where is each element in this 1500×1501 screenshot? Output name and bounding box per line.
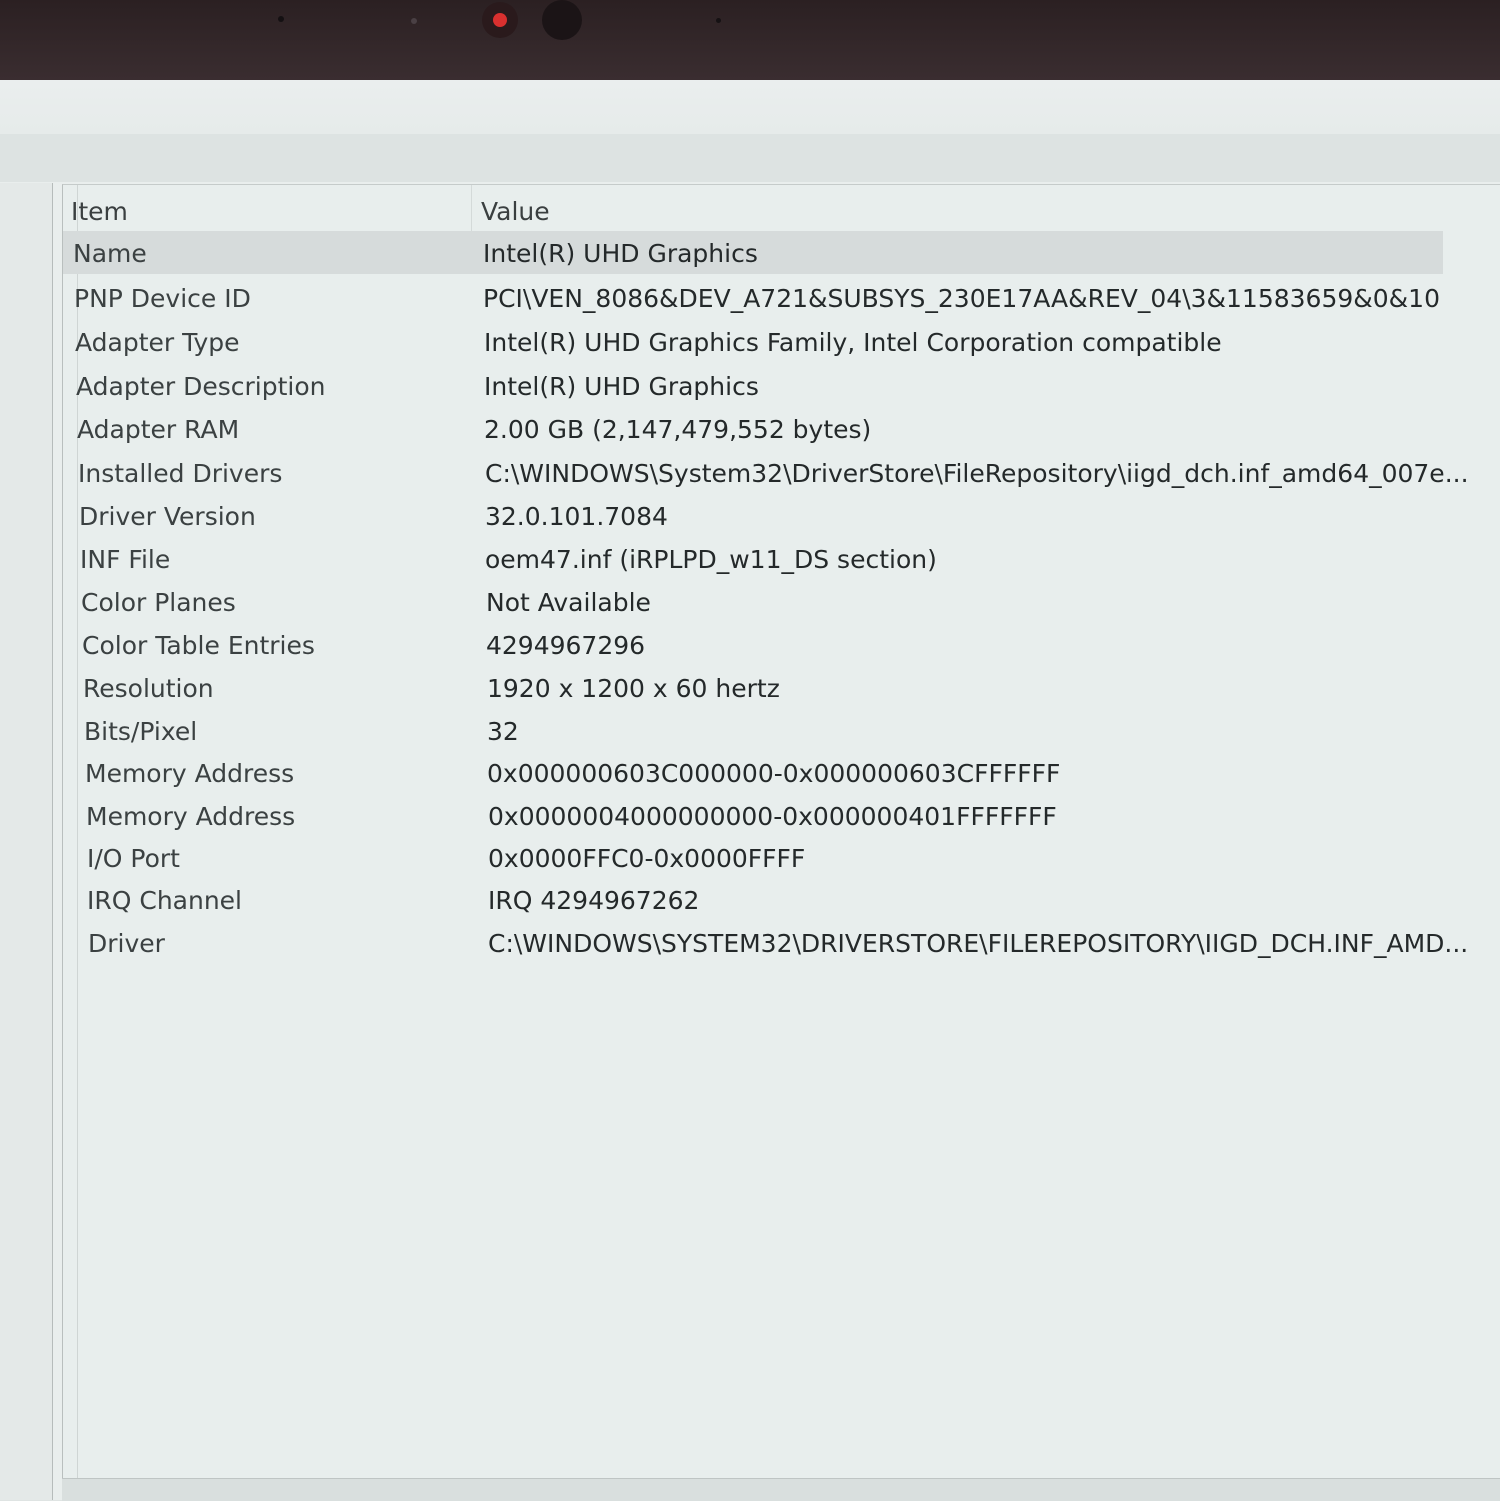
row-item-label: Resolution xyxy=(83,674,214,703)
row-item-label: Driver xyxy=(88,929,165,958)
column-header-item[interactable]: Item xyxy=(71,197,128,226)
row-value: 4294967296 xyxy=(486,631,646,660)
row-item-label: IRQ Channel xyxy=(87,886,243,915)
sensor-icon xyxy=(716,18,721,23)
table-row[interactable]: Memory Address 0x000000603C000000-0x00000… xyxy=(63,751,1443,794)
row-value: 0x0000004000000000-0x000000401FFFFFFF xyxy=(488,802,1057,831)
sensor-icon xyxy=(278,16,284,22)
row-value: Intel(R) UHD Graphics xyxy=(483,239,758,268)
row-value: 32.0.101.7084 xyxy=(485,502,668,531)
row-value: C:\WINDOWS\SYSTEM32\DRIVERSTORE\FILEREPO… xyxy=(488,929,1469,958)
window-top-area xyxy=(0,80,1500,134)
row-item-label: PNP Device ID xyxy=(74,284,251,313)
camera-lens-icon xyxy=(542,0,582,40)
row-item-label: Driver Version xyxy=(79,502,256,531)
row-item-label: Adapter Description xyxy=(76,372,326,401)
row-value: oem47.inf (iRPLPD_w11_DS section) xyxy=(485,545,937,574)
table-row[interactable]: Driver C:\WINDOWS\SYSTEM32\DRIVERSTORE\FI… xyxy=(63,921,1468,964)
row-item-label: Name xyxy=(73,239,147,268)
row-item-label: Color Table Entries xyxy=(82,631,315,660)
column-separator[interactable] xyxy=(471,185,472,231)
table-row[interactable]: PNP Device ID PCI\VEN_8086&DEV_A721&SUBSY… xyxy=(63,276,1443,319)
table-row[interactable]: Resolution 1920 x 1200 x 60 hertz xyxy=(63,666,1443,709)
screen: Item Value Name Intel(R) UHD Graphics PNP … xyxy=(0,80,1500,1501)
row-value: PCI\VEN_8086&DEV_A721&SUBSYS_230E17AA&RE… xyxy=(483,284,1440,313)
row-value: C:\WINDOWS\System32\DriverStore\FileRepo… xyxy=(485,459,1469,488)
row-value: 2.00 GB (2,147,479,552 bytes) xyxy=(484,415,872,444)
row-value: Intel(R) UHD Graphics Family, Intel Corp… xyxy=(484,328,1222,357)
row-value: Intel(R) UHD Graphics xyxy=(484,372,759,401)
table-row[interactable]: Adapter Description Intel(R) UHD Graphics xyxy=(63,364,1443,407)
table-row[interactable]: Driver Version 32.0.101.7084 xyxy=(63,494,1443,537)
row-item-label: INF File xyxy=(80,545,171,574)
table-row[interactable]: Name Intel(R) UHD Graphics xyxy=(63,231,1443,274)
row-item-label: Memory Address xyxy=(86,802,296,831)
table-row[interactable]: Adapter RAM 2.00 GB (2,147,479,552 bytes) xyxy=(63,407,1443,450)
table-row[interactable]: Installed Drivers C:\WINDOWS\System32\Dri… xyxy=(63,451,1469,494)
row-item-label: Adapter Type xyxy=(75,328,240,357)
table-row[interactable]: Adapter Type Intel(R) UHD Graphics Family… xyxy=(63,320,1443,363)
table-row[interactable]: Memory Address 0x0000004000000000-0x00000… xyxy=(63,794,1443,837)
sensor-icon xyxy=(411,18,417,24)
table-row[interactable]: INF File oem47.inf (iRPLPD_w11_DS section… xyxy=(63,537,1443,580)
list-header: Item Value xyxy=(63,185,1443,232)
row-value: Not Available xyxy=(486,588,651,617)
row-item-label: Color Planes xyxy=(81,588,236,617)
column-header-value[interactable]: Value xyxy=(481,197,550,226)
row-item-label: Memory Address xyxy=(85,759,295,788)
details-list-view[interactable]: Item Value Name Intel(R) UHD Graphics PNP … xyxy=(62,184,1500,1485)
window-bottom-edge xyxy=(62,1478,1500,1501)
row-item-label: Installed Drivers xyxy=(78,459,283,488)
table-row[interactable]: IRQ Channel IRQ 4294967262 xyxy=(63,878,1443,921)
row-item-label: Adapter RAM xyxy=(77,415,240,444)
camera-indicator-icon xyxy=(482,2,518,38)
row-value: 0x0000FFC0-0x0000FFFF xyxy=(488,844,806,873)
table-row[interactable]: Color Table Entries 4294967296 xyxy=(63,623,1443,666)
table-row[interactable]: I/O Port 0x0000FFC0-0x0000FFFF xyxy=(63,836,1443,879)
row-item-label: I/O Port xyxy=(87,844,180,873)
row-value: IRQ 4294967262 xyxy=(488,886,700,915)
row-item-label: Bits/Pixel xyxy=(84,717,198,746)
table-row[interactable]: Bits/Pixel 32 xyxy=(63,709,1443,752)
window-toolbar-area xyxy=(0,134,1500,182)
laptop-bezel xyxy=(0,0,1500,80)
table-row[interactable]: Color Planes Not Available xyxy=(63,580,1443,623)
category-tree-pane[interactable] xyxy=(0,183,53,1500)
row-value: 32 xyxy=(487,717,519,746)
row-value: 1920 x 1200 x 60 hertz xyxy=(487,674,780,703)
row-value: 0x000000603C000000-0x000000603CFFFFFF xyxy=(487,759,1061,788)
